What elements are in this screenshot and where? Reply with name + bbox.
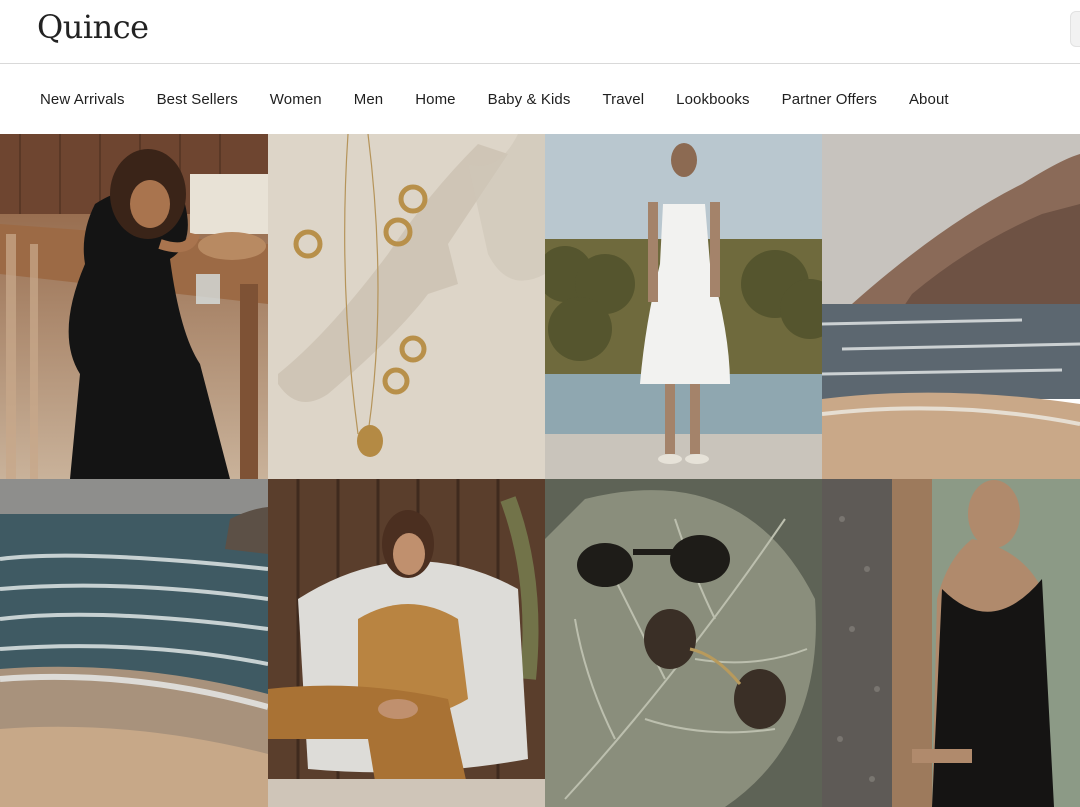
photo-ocean-waves[interactable] (0, 479, 268, 807)
lookbook-image-grid (0, 134, 1080, 807)
nav-item-home[interactable]: Home (415, 91, 455, 108)
main-nav: New Arrivals Best Sellers Women Men Home… (0, 64, 1080, 134)
photo-coastal-cliff[interactable] (822, 134, 1080, 479)
photo-woman-white-dress[interactable] (545, 134, 822, 479)
nav-item-men[interactable]: Men (354, 91, 383, 108)
nav-item-about[interactable]: About (909, 91, 949, 108)
nav-item-women[interactable]: Women (270, 91, 322, 108)
nav-item-best-sellers[interactable]: Best Sellers (157, 91, 238, 108)
brand-logo[interactable]: Quince (37, 8, 149, 46)
nav-item-lookbooks[interactable]: Lookbooks (676, 91, 749, 108)
nav-item-baby-kids[interactable]: Baby & Kids (488, 91, 571, 108)
nav-item-new-arrivals[interactable]: New Arrivals (40, 91, 125, 108)
photo-woman-black-dress[interactable] (0, 134, 268, 479)
photo-gold-jewelry[interactable] (268, 134, 545, 479)
site-header: Quince (0, 0, 1080, 64)
nav-item-partner-offers[interactable]: Partner Offers (782, 91, 877, 108)
photo-woman-linen-set[interactable] (268, 479, 545, 807)
search-field[interactable] (1070, 11, 1080, 47)
photo-sunglasses-on-leaf[interactable] (545, 479, 822, 807)
photo-woman-swimsuit[interactable] (822, 479, 1080, 807)
nav-item-travel[interactable]: Travel (602, 91, 644, 108)
